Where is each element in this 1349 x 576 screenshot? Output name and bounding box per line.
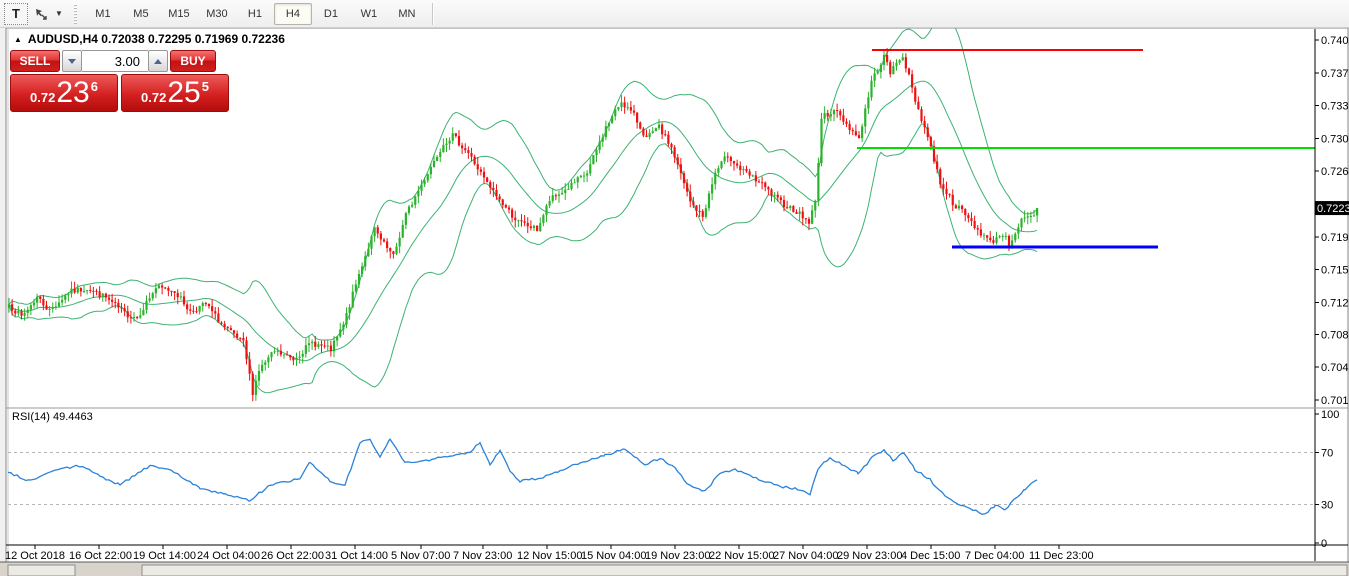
svg-text:12 Nov 15:00: 12 Nov 15:00 — [517, 550, 582, 562]
svg-text:22 Nov 15:00: 22 Nov 15:00 — [709, 550, 774, 562]
svg-text:0.73000: 0.73000 — [1321, 133, 1349, 145]
down-arrow-icon — [68, 58, 76, 64]
svg-text:11 Dec 23:00: 11 Dec 23:00 — [1029, 550, 1094, 562]
up-arrow-icon — [154, 58, 162, 64]
svg-text:7 Dec 04:00: 7 Dec 04:00 — [965, 550, 1024, 562]
buy-price-pip: 5 — [201, 79, 209, 94]
period-button-M5[interactable]: M5 — [122, 3, 160, 25]
low-value: 0.71969 — [194, 32, 239, 46]
volume-decrease-button[interactable] — [62, 50, 82, 72]
svg-text:4 Dec 15:00: 4 Dec 15:00 — [901, 550, 960, 562]
period-button-H4[interactable]: H4 — [273, 2, 312, 25]
buy-price-button[interactable]: 0.72 25 5 — [121, 74, 229, 112]
period-button-H1[interactable]: H1 — [236, 3, 274, 25]
volume-increase-button[interactable] — [148, 50, 168, 72]
svg-text:19 Oct 14:00: 19 Oct 14:00 — [133, 550, 196, 562]
period-button-M1[interactable]: M1 — [84, 3, 122, 25]
arrows-tool-button[interactable] — [30, 4, 52, 24]
svg-text:0.74080: 0.74080 — [1321, 35, 1349, 47]
svg-text:30: 30 — [1321, 499, 1333, 511]
toolbar: T ▼ M1 M5 M15 M30 H1 H4 D1 W1 MN — [0, 0, 1349, 28]
svg-text:15 Nov 04:00: 15 Nov 04:00 — [581, 550, 646, 562]
volume-input[interactable] — [82, 50, 148, 72]
svg-text:27 Nov 04:00: 27 Nov 04:00 — [773, 550, 838, 562]
sell-button[interactable]: SELL — [10, 50, 60, 72]
high-value: 0.72295 — [148, 32, 192, 46]
sell-price-prefix: 0.72 — [30, 90, 56, 105]
svg-text:0.73720: 0.73720 — [1321, 68, 1349, 80]
toolbar-grip — [72, 3, 78, 24]
buy-price-prefix: 0.72 — [141, 90, 167, 105]
svg-text:7 Nov 23:00: 7 Nov 23:00 — [453, 550, 512, 562]
period-button-D1[interactable]: D1 — [312, 3, 350, 25]
chart-title: ▲ AUDUSD,H4 0.72038 0.72295 0.71969 0.72… — [14, 32, 285, 46]
mt4-window: { "toolbar": { "text_tool_label": "T", "… — [0, 0, 1349, 576]
svg-text:19 Nov 23:00: 19 Nov 23:00 — [645, 550, 710, 562]
svg-text:0.71920: 0.71920 — [1321, 232, 1349, 244]
buy-button[interactable]: BUY — [170, 50, 216, 72]
rsi-indicator-label: RSI(14) 49.4463 — [12, 411, 93, 423]
svg-text:29 Nov 23:00: 29 Nov 23:00 — [837, 550, 902, 562]
one-click-trading-panel: SELL BUY 0.72 23 6 0.72 25 5 — [10, 50, 229, 112]
sell-price-big: 23 — [56, 76, 90, 109]
svg-text:16 Oct 22:00: 16 Oct 22:00 — [69, 550, 132, 562]
open-value: 0.72038 — [101, 32, 145, 46]
svg-text:0.71210: 0.71210 — [1321, 297, 1349, 309]
symbol-period-label: AUDUSD,H4 — [27, 32, 98, 46]
buy-price-big: 25 — [167, 76, 201, 109]
close-value: 0.72236 — [241, 32, 285, 46]
period-buttons: M1 M5 M15 M30 H1 H4 D1 W1 MN — [84, 2, 426, 25]
period-button-M30[interactable]: M30 — [198, 3, 236, 25]
text-tool-button[interactable]: T — [4, 2, 28, 25]
sell-price-button[interactable]: 0.72 23 6 — [10, 74, 118, 112]
collapse-triangle-icon[interactable]: ▲ — [14, 35, 22, 44]
svg-text:0.71560: 0.71560 — [1321, 265, 1349, 277]
svg-text:12 Oct 2018: 12 Oct 2018 — [5, 550, 65, 562]
period-button-MN[interactable]: MN — [388, 3, 426, 25]
period-button-W1[interactable]: W1 — [350, 3, 388, 25]
svg-text:0.72640: 0.72640 — [1321, 166, 1349, 178]
svg-text:0.73360: 0.73360 — [1321, 101, 1349, 113]
sell-price-pip: 6 — [90, 79, 98, 94]
svg-text:70: 70 — [1321, 448, 1333, 460]
svg-text:0: 0 — [1321, 538, 1327, 550]
svg-text:26 Oct 22:00: 26 Oct 22:00 — [261, 550, 324, 562]
svg-text:24 Oct 04:00: 24 Oct 04:00 — [197, 550, 260, 562]
svg-text:0.70490: 0.70490 — [1321, 362, 1349, 374]
svg-text:100: 100 — [1321, 409, 1339, 421]
svg-text:0.70850: 0.70850 — [1321, 329, 1349, 341]
toolbar-separator — [431, 2, 433, 25]
svg-text:0.70130: 0.70130 — [1321, 395, 1349, 407]
period-button-M15[interactable]: M15 — [160, 3, 198, 25]
svg-text:0.72236: 0.72236 — [1317, 203, 1349, 215]
arrows-cursor-icon — [36, 8, 47, 20]
svg-text:5 Nov 07:00: 5 Nov 07:00 — [391, 550, 450, 562]
svg-text:31 Oct 14:00: 31 Oct 14:00 — [325, 550, 388, 562]
status-strip — [0, 561, 1349, 576]
arrows-dropdown-caret-icon[interactable]: ▼ — [55, 9, 63, 18]
